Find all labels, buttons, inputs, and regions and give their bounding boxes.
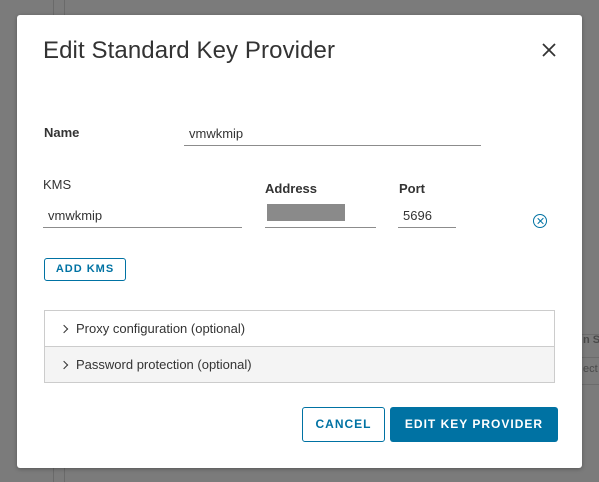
kms-port-input[interactable]: 5696 xyxy=(398,206,456,228)
section-label: Proxy configuration (optional) xyxy=(76,321,246,336)
cancel-button[interactable]: CANCEL xyxy=(302,407,385,442)
proxy-configuration-section[interactable]: Proxy configuration (optional) xyxy=(45,311,554,347)
name-input[interactable]: vmwkmip xyxy=(184,124,481,146)
background-divider xyxy=(582,384,599,385)
name-label: Name xyxy=(44,125,80,140)
kms-label: KMS xyxy=(43,177,72,192)
dialog-title: Edit Standard Key Provider xyxy=(43,37,336,64)
close-icon[interactable] xyxy=(540,41,558,59)
edit-key-provider-dialog: Edit Standard Key Provider Name vmwkmip … xyxy=(17,15,582,468)
chevron-right-icon xyxy=(59,360,69,369)
redacted-address xyxy=(267,204,345,221)
edit-key-provider-button[interactable]: EDIT KEY PROVIDER xyxy=(390,407,558,442)
add-kms-button[interactable]: ADD KMS xyxy=(44,258,126,281)
background-divider xyxy=(582,357,599,358)
address-label: Address xyxy=(265,181,318,196)
advanced-sections: Proxy configuration (optional) Password … xyxy=(44,310,555,383)
background-text: n S xyxy=(583,334,599,346)
background-text: ect xyxy=(583,363,598,375)
port-label: Port xyxy=(399,181,425,196)
chevron-right-icon xyxy=(59,324,69,333)
password-protection-section[interactable]: Password protection (optional) xyxy=(45,347,554,382)
kms-name-input[interactable]: vmwkmip xyxy=(43,206,242,228)
section-label: Password protection (optional) xyxy=(76,357,252,372)
remove-circle-icon[interactable] xyxy=(533,214,547,228)
